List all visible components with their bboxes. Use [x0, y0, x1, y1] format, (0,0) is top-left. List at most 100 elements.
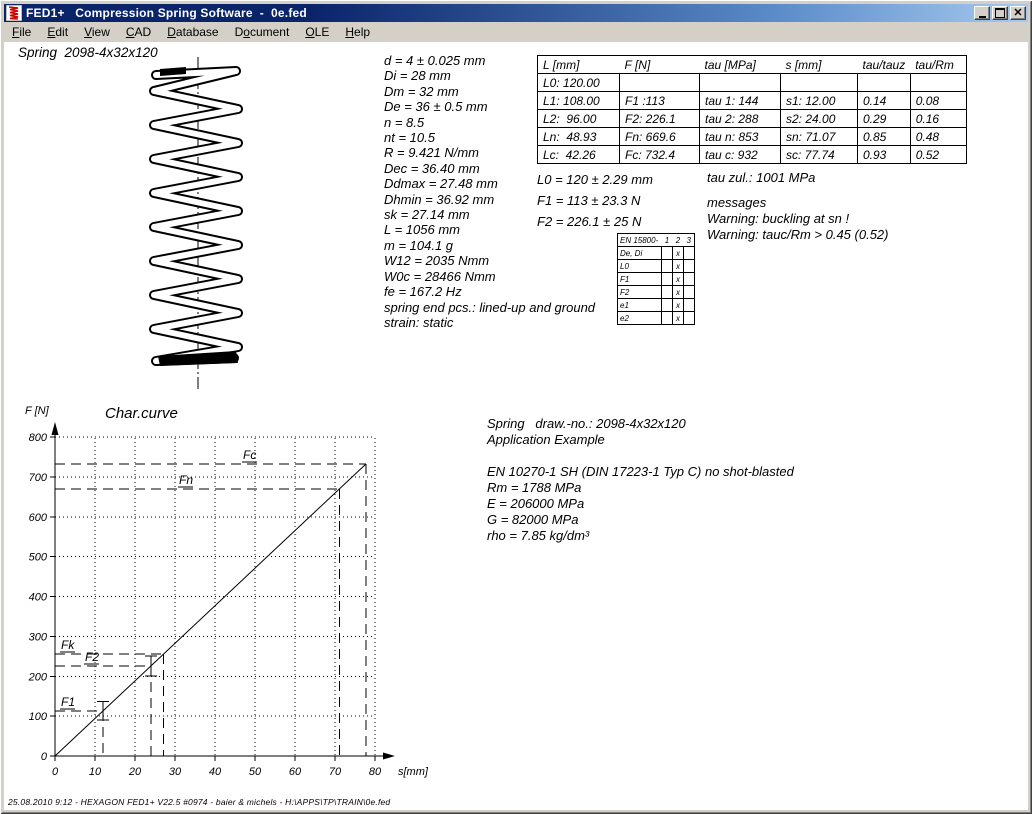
grade-mark: x	[673, 260, 684, 273]
row-label: e1	[618, 299, 662, 312]
text-line: W12 = 2035 Nmm	[384, 253, 595, 268]
svg-text:Fc: Fc	[243, 448, 256, 462]
window-controls: ✕	[974, 6, 1026, 20]
svg-text:40: 40	[209, 766, 222, 778]
grade-mark	[662, 260, 673, 273]
table-cell: Fn: 669.6	[620, 128, 700, 146]
table-row: L0: 120.00	[538, 74, 967, 92]
row-label: F2	[618, 286, 662, 299]
column-header: 3	[684, 234, 695, 247]
text-line: fe = 167.2 Hz	[384, 284, 595, 299]
text-line: Rm = 1788 MPa	[487, 480, 794, 496]
close-button[interactable]: ✕	[1010, 6, 1026, 20]
grade-mark	[684, 273, 695, 286]
svg-text:F2: F2	[85, 650, 99, 664]
material-info-block: Spring draw.-no.: 2098-4x32x120Applicati…	[487, 416, 794, 544]
text-line: E = 206000 MPa	[487, 496, 794, 512]
table-row: e2x	[618, 312, 695, 325]
column-header: 1	[662, 234, 673, 247]
menu-ole[interactable]: OLE	[297, 23, 337, 41]
grade-mark: x	[673, 273, 684, 286]
table-cell	[700, 74, 781, 92]
table-row: L0x	[618, 260, 695, 273]
svg-text:0: 0	[41, 751, 48, 763]
minimize-button[interactable]	[974, 6, 990, 20]
text-line: messages	[707, 195, 889, 211]
app-icon[interactable]	[6, 5, 22, 21]
results-table: L [mm]F [N]tau [MPa]s [mm]tau/tauztau/Rm…	[537, 55, 967, 164]
tolerance-block: L0 = 120 ± 2.29 mmF1 = 113 ± 23.3 NF2 = …	[537, 169, 653, 232]
text-line: spring end pcs.: lined-up and ground	[384, 300, 595, 315]
row-label: e2	[618, 312, 662, 325]
table-cell	[620, 74, 700, 92]
text-line: Application Example	[487, 432, 794, 448]
table-row: L1: 108.00F1 :113tau 1: 144s1: 12.000.14…	[538, 92, 967, 110]
column-header: tau/tauz	[858, 56, 911, 74]
svg-text:Fk: Fk	[61, 638, 75, 652]
table-row: Ln: 48.93Fn: 669.6tau n: 853sn: 71.070.8…	[538, 128, 967, 146]
table-row: e1x	[618, 299, 695, 312]
title-bar: FED1+ Compression Spring Software - 0e.f…	[4, 4, 1028, 22]
column-header: F [N]	[620, 56, 700, 74]
row-label: F1	[618, 273, 662, 286]
document-canvas: Spring 2098-4x32x120 d = 4 ± 0.025 mmDi …	[4, 42, 1028, 810]
menu-help[interactable]: Help	[337, 23, 378, 41]
text-line	[487, 448, 794, 464]
spring-characteristic-line	[55, 464, 366, 756]
menu-edit[interactable]: Edit	[39, 23, 76, 41]
table-cell: 0.85	[858, 128, 911, 146]
grade-mark: x	[673, 247, 684, 260]
table-cell: s2: 24.00	[781, 110, 858, 128]
table-cell: Ln: 48.93	[538, 128, 620, 146]
text-line: Spring draw.-no.: 2098-4x32x120	[487, 416, 794, 432]
minimize-icon	[979, 16, 986, 18]
svg-text:70: 70	[329, 766, 342, 778]
column-header: s [mm]	[781, 56, 858, 74]
table-cell: s1: 12.00	[781, 92, 858, 110]
svg-text:800: 800	[29, 432, 48, 444]
table-cell: Lc: 42.26	[538, 146, 620, 164]
table-cell: 0.16	[910, 110, 966, 128]
svg-text:30: 30	[169, 766, 182, 778]
close-icon: ✕	[1013, 8, 1022, 18]
maximize-button[interactable]	[992, 6, 1008, 20]
table-cell: Fc: 732.4	[620, 146, 700, 164]
row-label: De, Di	[618, 247, 662, 260]
menu-database[interactable]: Database	[159, 23, 226, 41]
text-line: L0 = 120 ± 2.29 mm	[537, 169, 653, 190]
grade-mark	[662, 312, 673, 325]
table-cell: 0.14	[858, 92, 911, 110]
table-cell: L2: 96.00	[538, 110, 620, 128]
svg-text:200: 200	[28, 671, 48, 683]
svg-text:700: 700	[29, 472, 48, 484]
messages-block: messagesWarning: buckling at sn !Warning…	[707, 195, 889, 243]
svg-text:500: 500	[29, 552, 48, 564]
grade-mark	[662, 273, 673, 286]
grade-mark	[662, 286, 673, 299]
text-line: Warning: buckling at sn !	[707, 211, 889, 227]
table-cell: tau n: 853	[700, 128, 781, 146]
menu-cad[interactable]: CAD	[118, 23, 159, 41]
window-title: FED1+ Compression Spring Software - 0e.f…	[26, 6, 307, 20]
table-row: F1 x	[618, 273, 695, 286]
svg-text:F [N]: F [N]	[25, 405, 50, 417]
table-cell: sn: 71.07	[781, 128, 858, 146]
table-cell: tau 2: 288	[700, 110, 781, 128]
menu-file[interactable]: File	[4, 23, 39, 41]
svg-text:10: 10	[89, 766, 102, 778]
svg-text:50: 50	[249, 766, 262, 778]
table-row: Lc: 42.26Fc: 732.4tau c: 932sc: 77.740.9…	[538, 146, 967, 164]
grade-mark	[684, 286, 695, 299]
column-header: L [mm]	[538, 56, 620, 74]
table-row: De, Di x	[618, 247, 695, 260]
status-line: 25.08.2010 9:12 - HEXAGON FED1+ V22.5 #0…	[8, 797, 390, 807]
table-cell: 0.29	[858, 110, 911, 128]
svg-text:80: 80	[369, 766, 382, 778]
svg-text:s[mm]: s[mm]	[398, 766, 429, 778]
table-cell: tau 1: 144	[700, 92, 781, 110]
menu-document[interactable]: Document	[227, 23, 298, 41]
menu-view[interactable]: View	[76, 23, 118, 41]
svg-text:60: 60	[289, 766, 302, 778]
tau-zul-value: tau zul.: 1001 MPa	[707, 170, 815, 185]
en15800-tolerance-table: EN 15800-123De, DixL0xF1xF2xe1xe2x	[617, 233, 695, 325]
